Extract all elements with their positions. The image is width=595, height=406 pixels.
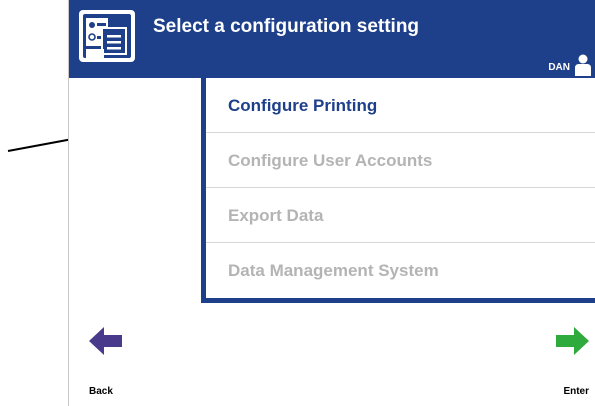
back-arrow-icon xyxy=(89,327,122,355)
user-name: DAN xyxy=(548,62,570,73)
enter-arrow-icon xyxy=(556,327,589,355)
menu-item-data-management-system[interactable]: Data Management System xyxy=(206,243,595,298)
device-screen: Select a configuration setting DAN Confi… xyxy=(68,0,595,406)
enter-button[interactable] xyxy=(555,326,589,356)
enter-label[interactable]: Enter xyxy=(563,386,589,397)
menu-item-configure-user-accounts[interactable]: Configure User Accounts xyxy=(206,133,595,188)
configuration-menu: Configure Printing Configure User Accoun… xyxy=(201,78,595,303)
user-icon xyxy=(575,54,591,76)
header-bar: Select a configuration setting DAN xyxy=(69,0,595,78)
back-label[interactable]: Back xyxy=(89,386,113,397)
back-button[interactable] xyxy=(89,326,123,356)
configuration-icon xyxy=(79,10,135,62)
menu-item-configure-printing[interactable]: Configure Printing xyxy=(206,78,595,133)
menu-item-export-data[interactable]: Export Data xyxy=(206,188,595,243)
page-title: Select a configuration setting xyxy=(153,16,420,37)
